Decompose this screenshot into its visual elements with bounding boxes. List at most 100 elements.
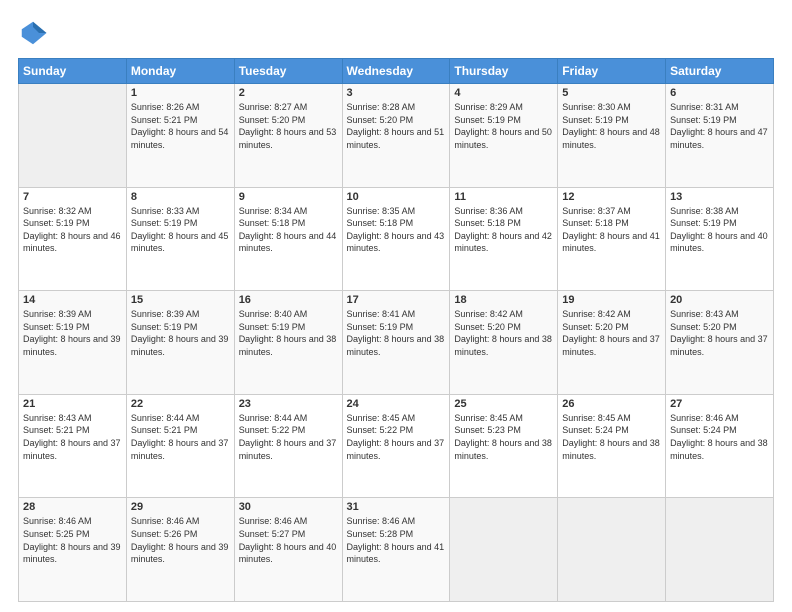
day-info: Sunrise: 8:27 AMSunset: 5:20 PMDaylight:… (239, 101, 338, 151)
day-number: 2 (239, 87, 338, 99)
day-number: 11 (454, 191, 553, 203)
calendar-cell (450, 498, 558, 602)
day-number: 7 (23, 191, 122, 203)
day-info: Sunrise: 8:38 AMSunset: 5:19 PMDaylight:… (670, 205, 769, 255)
calendar-cell: 23 Sunrise: 8:44 AMSunset: 5:22 PMDayligh… (234, 394, 342, 498)
day-info: Sunrise: 8:32 AMSunset: 5:19 PMDaylight:… (23, 205, 122, 255)
week-row-4: 21 Sunrise: 8:43 AMSunset: 5:21 PMDayligh… (19, 394, 774, 498)
day-info: Sunrise: 8:26 AMSunset: 5:21 PMDaylight:… (131, 101, 230, 151)
calendar-cell: 16Sunrise: 8:40 AMSunset: 5:19 PMDayligh… (234, 291, 342, 395)
header-day-wednesday: Wednesday (342, 59, 450, 84)
day-info: Sunrise: 8:35 AMSunset: 5:18 PMDaylight:… (347, 205, 446, 255)
calendar-table: SundayMondayTuesdayWednesdayThursdayFrid… (18, 58, 774, 602)
calendar-cell: 17Sunrise: 8:41 AMSunset: 5:19 PMDayligh… (342, 291, 450, 395)
calendar-cell: 15 Sunrise: 8:39 AMSunset: 5:19 PMDayligh… (126, 291, 234, 395)
calendar-cell: 1 Sunrise: 8:26 AMSunset: 5:21 PMDaylight… (126, 84, 234, 188)
day-info: Sunrise: 8:39 AMSunset: 5:19 PMDaylight:… (131, 308, 230, 358)
calendar-cell: 26 Sunrise: 8:45 AMSunset: 5:24 PMDayligh… (558, 394, 666, 498)
day-number: 3 (347, 87, 446, 99)
calendar-cell: 12Sunrise: 8:37 AMSunset: 5:18 PMDayligh… (558, 187, 666, 291)
day-number: 12 (562, 191, 661, 203)
day-info: Sunrise: 8:42 AMSunset: 5:20 PMDaylight:… (454, 308, 553, 358)
day-number: 29 (131, 501, 230, 513)
day-info: Sunrise: 8:45 AMSunset: 5:24 PMDaylight:… (562, 412, 661, 462)
calendar-cell: 3 Sunrise: 8:28 AMSunset: 5:20 PMDaylight… (342, 84, 450, 188)
calendar-cell: 13 Sunrise: 8:38 AMSunset: 5:19 PMDayligh… (666, 187, 774, 291)
day-info: Sunrise: 8:43 AMSunset: 5:20 PMDaylight:… (670, 308, 769, 358)
day-number: 22 (131, 398, 230, 410)
calendar-cell: 30Sunrise: 8:46 AMSunset: 5:27 PMDayligh… (234, 498, 342, 602)
day-info: Sunrise: 8:44 AMSunset: 5:21 PMDaylight:… (131, 412, 230, 462)
day-number: 5 (562, 87, 661, 99)
header-day-thursday: Thursday (450, 59, 558, 84)
calendar-cell: 22 Sunrise: 8:44 AMSunset: 5:21 PMDayligh… (126, 394, 234, 498)
day-number: 13 (670, 191, 769, 203)
day-number: 19 (562, 294, 661, 306)
calendar-cell: 6 Sunrise: 8:31 AMSunset: 5:19 PMDaylight… (666, 84, 774, 188)
day-number: 25 (454, 398, 553, 410)
calendar-cell: 18 Sunrise: 8:42 AMSunset: 5:20 PMDayligh… (450, 291, 558, 395)
day-info: Sunrise: 8:46 AMSunset: 5:24 PMDaylight:… (670, 412, 769, 462)
day-number: 23 (239, 398, 338, 410)
day-number: 1 (131, 87, 230, 99)
day-info: Sunrise: 8:43 AMSunset: 5:21 PMDaylight:… (23, 412, 122, 462)
day-number: 14 (23, 294, 122, 306)
day-number: 10 (347, 191, 446, 203)
logo-icon (18, 18, 48, 48)
day-info: Sunrise: 8:46 AMSunset: 5:27 PMDaylight:… (239, 515, 338, 565)
day-info: Sunrise: 8:33 AMSunset: 5:19 PMDaylight:… (131, 205, 230, 255)
calendar-cell: 29 Sunrise: 8:46 AMSunset: 5:26 PMDayligh… (126, 498, 234, 602)
week-row-1: 1 Sunrise: 8:26 AMSunset: 5:21 PMDaylight… (19, 84, 774, 188)
logo (18, 18, 52, 48)
calendar-cell: 2 Sunrise: 8:27 AMSunset: 5:20 PMDaylight… (234, 84, 342, 188)
calendar-cell: 10 Sunrise: 8:35 AMSunset: 5:18 PMDayligh… (342, 187, 450, 291)
day-info: Sunrise: 8:30 AMSunset: 5:19 PMDaylight:… (562, 101, 661, 151)
day-info: Sunrise: 8:31 AMSunset: 5:19 PMDaylight:… (670, 101, 769, 151)
day-info: Sunrise: 8:45 AMSunset: 5:23 PMDaylight:… (454, 412, 553, 462)
calendar-cell (666, 498, 774, 602)
day-number: 31 (347, 501, 446, 513)
day-number: 18 (454, 294, 553, 306)
day-info: Sunrise: 8:46 AMSunset: 5:26 PMDaylight:… (131, 515, 230, 565)
day-info: Sunrise: 8:36 AMSunset: 5:18 PMDaylight:… (454, 205, 553, 255)
day-number: 16 (239, 294, 338, 306)
header (18, 18, 774, 48)
day-number: 27 (670, 398, 769, 410)
week-row-3: 14 Sunrise: 8:39 AMSunset: 5:19 PMDayligh… (19, 291, 774, 395)
day-info: Sunrise: 8:41 AMSunset: 5:19 PMDaylight:… (347, 308, 446, 358)
day-number: 8 (131, 191, 230, 203)
day-info: Sunrise: 8:29 AMSunset: 5:19 PMDaylight:… (454, 101, 553, 151)
day-info: Sunrise: 8:46 AMSunset: 5:25 PMDaylight:… (23, 515, 122, 565)
header-day-monday: Monday (126, 59, 234, 84)
week-row-2: 7 Sunrise: 8:32 AMSunset: 5:19 PMDaylight… (19, 187, 774, 291)
calendar-cell (19, 84, 127, 188)
day-info: Sunrise: 8:39 AMSunset: 5:19 PMDaylight:… (23, 308, 122, 358)
calendar-cell: 5 Sunrise: 8:30 AMSunset: 5:19 PMDaylight… (558, 84, 666, 188)
calendar-cell: 21 Sunrise: 8:43 AMSunset: 5:21 PMDayligh… (19, 394, 127, 498)
calendar-cell: 11 Sunrise: 8:36 AMSunset: 5:18 PMDayligh… (450, 187, 558, 291)
day-info: Sunrise: 8:28 AMSunset: 5:20 PMDaylight:… (347, 101, 446, 151)
day-number: 28 (23, 501, 122, 513)
week-row-5: 28 Sunrise: 8:46 AMSunset: 5:25 PMDayligh… (19, 498, 774, 602)
day-number: 15 (131, 294, 230, 306)
day-info: Sunrise: 8:45 AMSunset: 5:22 PMDaylight:… (347, 412, 446, 462)
day-number: 6 (670, 87, 769, 99)
calendar-cell: 19Sunrise: 8:42 AMSunset: 5:20 PMDayligh… (558, 291, 666, 395)
day-number: 24 (347, 398, 446, 410)
day-info: Sunrise: 8:46 AMSunset: 5:28 PMDaylight:… (347, 515, 446, 565)
calendar-cell: 8 Sunrise: 8:33 AMSunset: 5:19 PMDaylight… (126, 187, 234, 291)
header-day-sunday: Sunday (19, 59, 127, 84)
header-day-friday: Friday (558, 59, 666, 84)
day-info: Sunrise: 8:44 AMSunset: 5:22 PMDaylight:… (239, 412, 338, 462)
day-number: 21 (23, 398, 122, 410)
calendar-cell: 28 Sunrise: 8:46 AMSunset: 5:25 PMDayligh… (19, 498, 127, 602)
page: SundayMondayTuesdayWednesdayThursdayFrid… (0, 0, 792, 612)
header-day-tuesday: Tuesday (234, 59, 342, 84)
day-number: 4 (454, 87, 553, 99)
calendar-cell: 25 Sunrise: 8:45 AMSunset: 5:23 PMDayligh… (450, 394, 558, 498)
calendar-cell: 14 Sunrise: 8:39 AMSunset: 5:19 PMDayligh… (19, 291, 127, 395)
calendar-cell: 31 Sunrise: 8:46 AMSunset: 5:28 PMDayligh… (342, 498, 450, 602)
calendar-cell: 7 Sunrise: 8:32 AMSunset: 5:19 PMDaylight… (19, 187, 127, 291)
day-number: 26 (562, 398, 661, 410)
header-row: SundayMondayTuesdayWednesdayThursdayFrid… (19, 59, 774, 84)
